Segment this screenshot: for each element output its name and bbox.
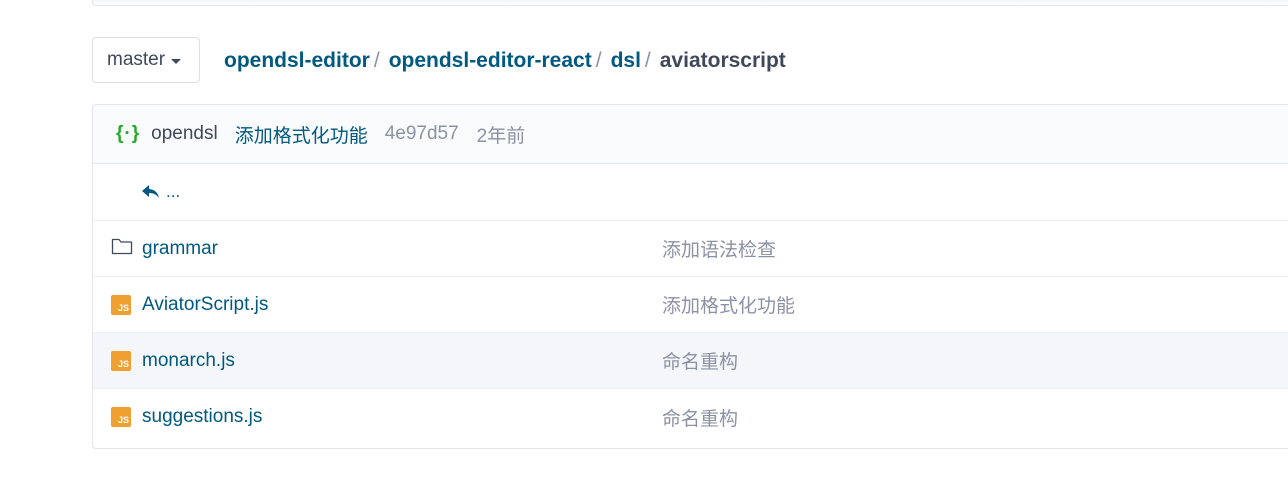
- breadcrumb-current: aviatorscript: [659, 49, 786, 72]
- caret-down-icon: [171, 58, 182, 64]
- file-tree-panel: {·} opendsl 添加格式化功能 4e97d57 2年前 ... gram…: [92, 104, 1288, 449]
- commit-message[interactable]: 添加格式化功能: [235, 121, 368, 148]
- js-file-icon: JS: [111, 294, 131, 315]
- file-row[interactable]: grammar 添加语法检查: [93, 221, 1288, 277]
- commit-author[interactable]: opendsl: [151, 123, 218, 145]
- file-commit-message[interactable]: 添加语法检查: [662, 235, 776, 262]
- js-file-icon: JS: [111, 350, 131, 371]
- breadcrumb-separator: /: [373, 49, 380, 72]
- back-arrow-icon: [142, 185, 159, 198]
- js-file-icon: JS: [111, 407, 131, 427]
- latest-commit-bar: {·} opendsl 添加格式化功能 4e97d57 2年前: [93, 105, 1288, 164]
- breadcrumb-separator: /: [595, 49, 602, 72]
- breadcrumb-item-dsl[interactable]: dsl: [611, 49, 641, 73]
- branch-label: master: [107, 49, 166, 70]
- commit-sha[interactable]: 4e97d57: [385, 123, 459, 145]
- file-commit-message[interactable]: 命名重构: [662, 347, 738, 374]
- breadcrumb-separator: /: [644, 49, 651, 72]
- file-name[interactable]: grammar: [142, 238, 218, 260]
- branch-selector[interactable]: master: [92, 37, 200, 83]
- file-name[interactable]: AviatorScript.js: [142, 294, 268, 316]
- folder-icon: [111, 237, 133, 261]
- breadcrumb: opendsl-editor / opendsl-editor-react / …: [224, 49, 786, 73]
- breadcrumb-item-repo[interactable]: opendsl-editor: [224, 49, 370, 73]
- file-commit-message[interactable]: 添加格式化功能: [662, 291, 795, 318]
- file-row[interactable]: JS AviatorScript.js 添加格式化功能: [93, 277, 1288, 333]
- parent-directory-label: ...: [166, 182, 181, 201]
- commit-time: 2年前: [476, 125, 526, 147]
- file-name[interactable]: monarch.js: [142, 350, 235, 372]
- file-row[interactable]: JS monarch.js 命名重构: [93, 333, 1288, 389]
- parent-directory-row[interactable]: ...: [93, 164, 1288, 221]
- file-commit-message[interactable]: 命名重构: [662, 404, 738, 431]
- top-strip: [92, 0, 1288, 6]
- breadcrumb-item-project[interactable]: opendsl-editor-react: [389, 49, 592, 73]
- file-name[interactable]: suggestions.js: [142, 406, 262, 428]
- commit-logo-icon: {·}: [116, 123, 141, 144]
- file-row[interactable]: JS suggestions.js 命名重构: [93, 389, 1288, 445]
